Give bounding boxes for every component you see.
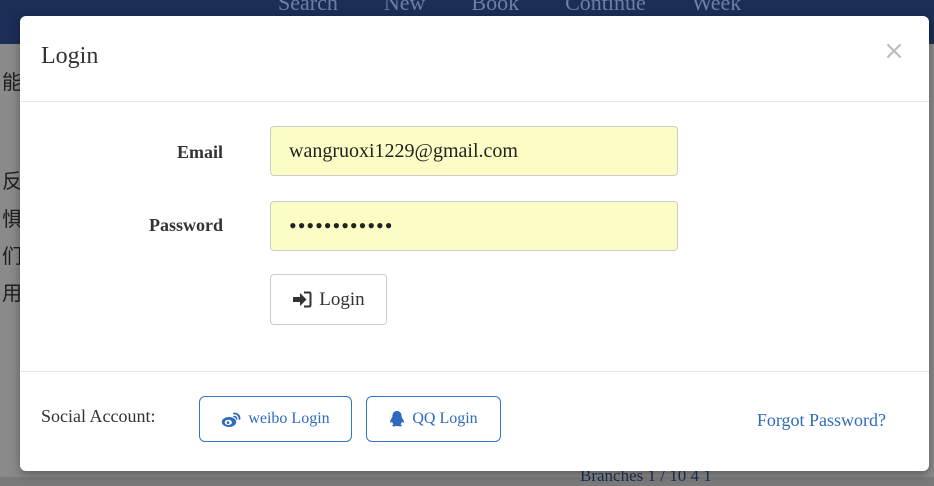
password-label: Password: [148, 215, 223, 235]
modal-header: Login ×: [20, 16, 929, 102]
qq-login-label: QQ Login: [412, 410, 478, 427]
modal-footer: Social Account: weibo Login QQ Login For…: [20, 371, 929, 471]
background-text-fragment: 们: [2, 246, 22, 268]
modal-title: Login: [41, 43, 99, 69]
weibo-login-label: weibo Login: [248, 410, 330, 427]
email-label: Email: [176, 142, 223, 162]
background-nav-item: New: [383, 0, 426, 15]
background-text-fragment: 反: [2, 171, 22, 193]
background-nav-item: Book: [471, 0, 520, 15]
background-nav-items: Search New Book Continue Week: [278, 0, 741, 16]
weibo-icon: [222, 412, 241, 427]
background-nav-item: Search: [278, 0, 338, 15]
qq-login-button[interactable]: QQ Login: [366, 396, 501, 442]
background-text-fragment: 用: [2, 283, 22, 305]
background-nav-item: Week: [691, 0, 742, 15]
close-icon[interactable]: ×: [881, 38, 907, 64]
login-modal: Login × Email Password Login Social Acco…: [20, 16, 929, 471]
sign-in-icon: [293, 291, 312, 308]
forgot-password-link[interactable]: Forgot Password?: [757, 410, 886, 431]
background-text-fragment: 能: [2, 72, 22, 94]
background-nav-item: Continue: [565, 0, 646, 15]
login-button-label: Login: [319, 288, 365, 310]
social-account-label: Social Account:: [41, 406, 156, 426]
weibo-login-button[interactable]: weibo Login: [199, 396, 352, 442]
email-input[interactable]: [270, 126, 678, 176]
background-text-fragment: 惧: [2, 209, 22, 231]
qq-penguin-icon: [390, 411, 405, 427]
password-input[interactable]: [270, 201, 678, 251]
login-button[interactable]: Login: [270, 274, 387, 325]
